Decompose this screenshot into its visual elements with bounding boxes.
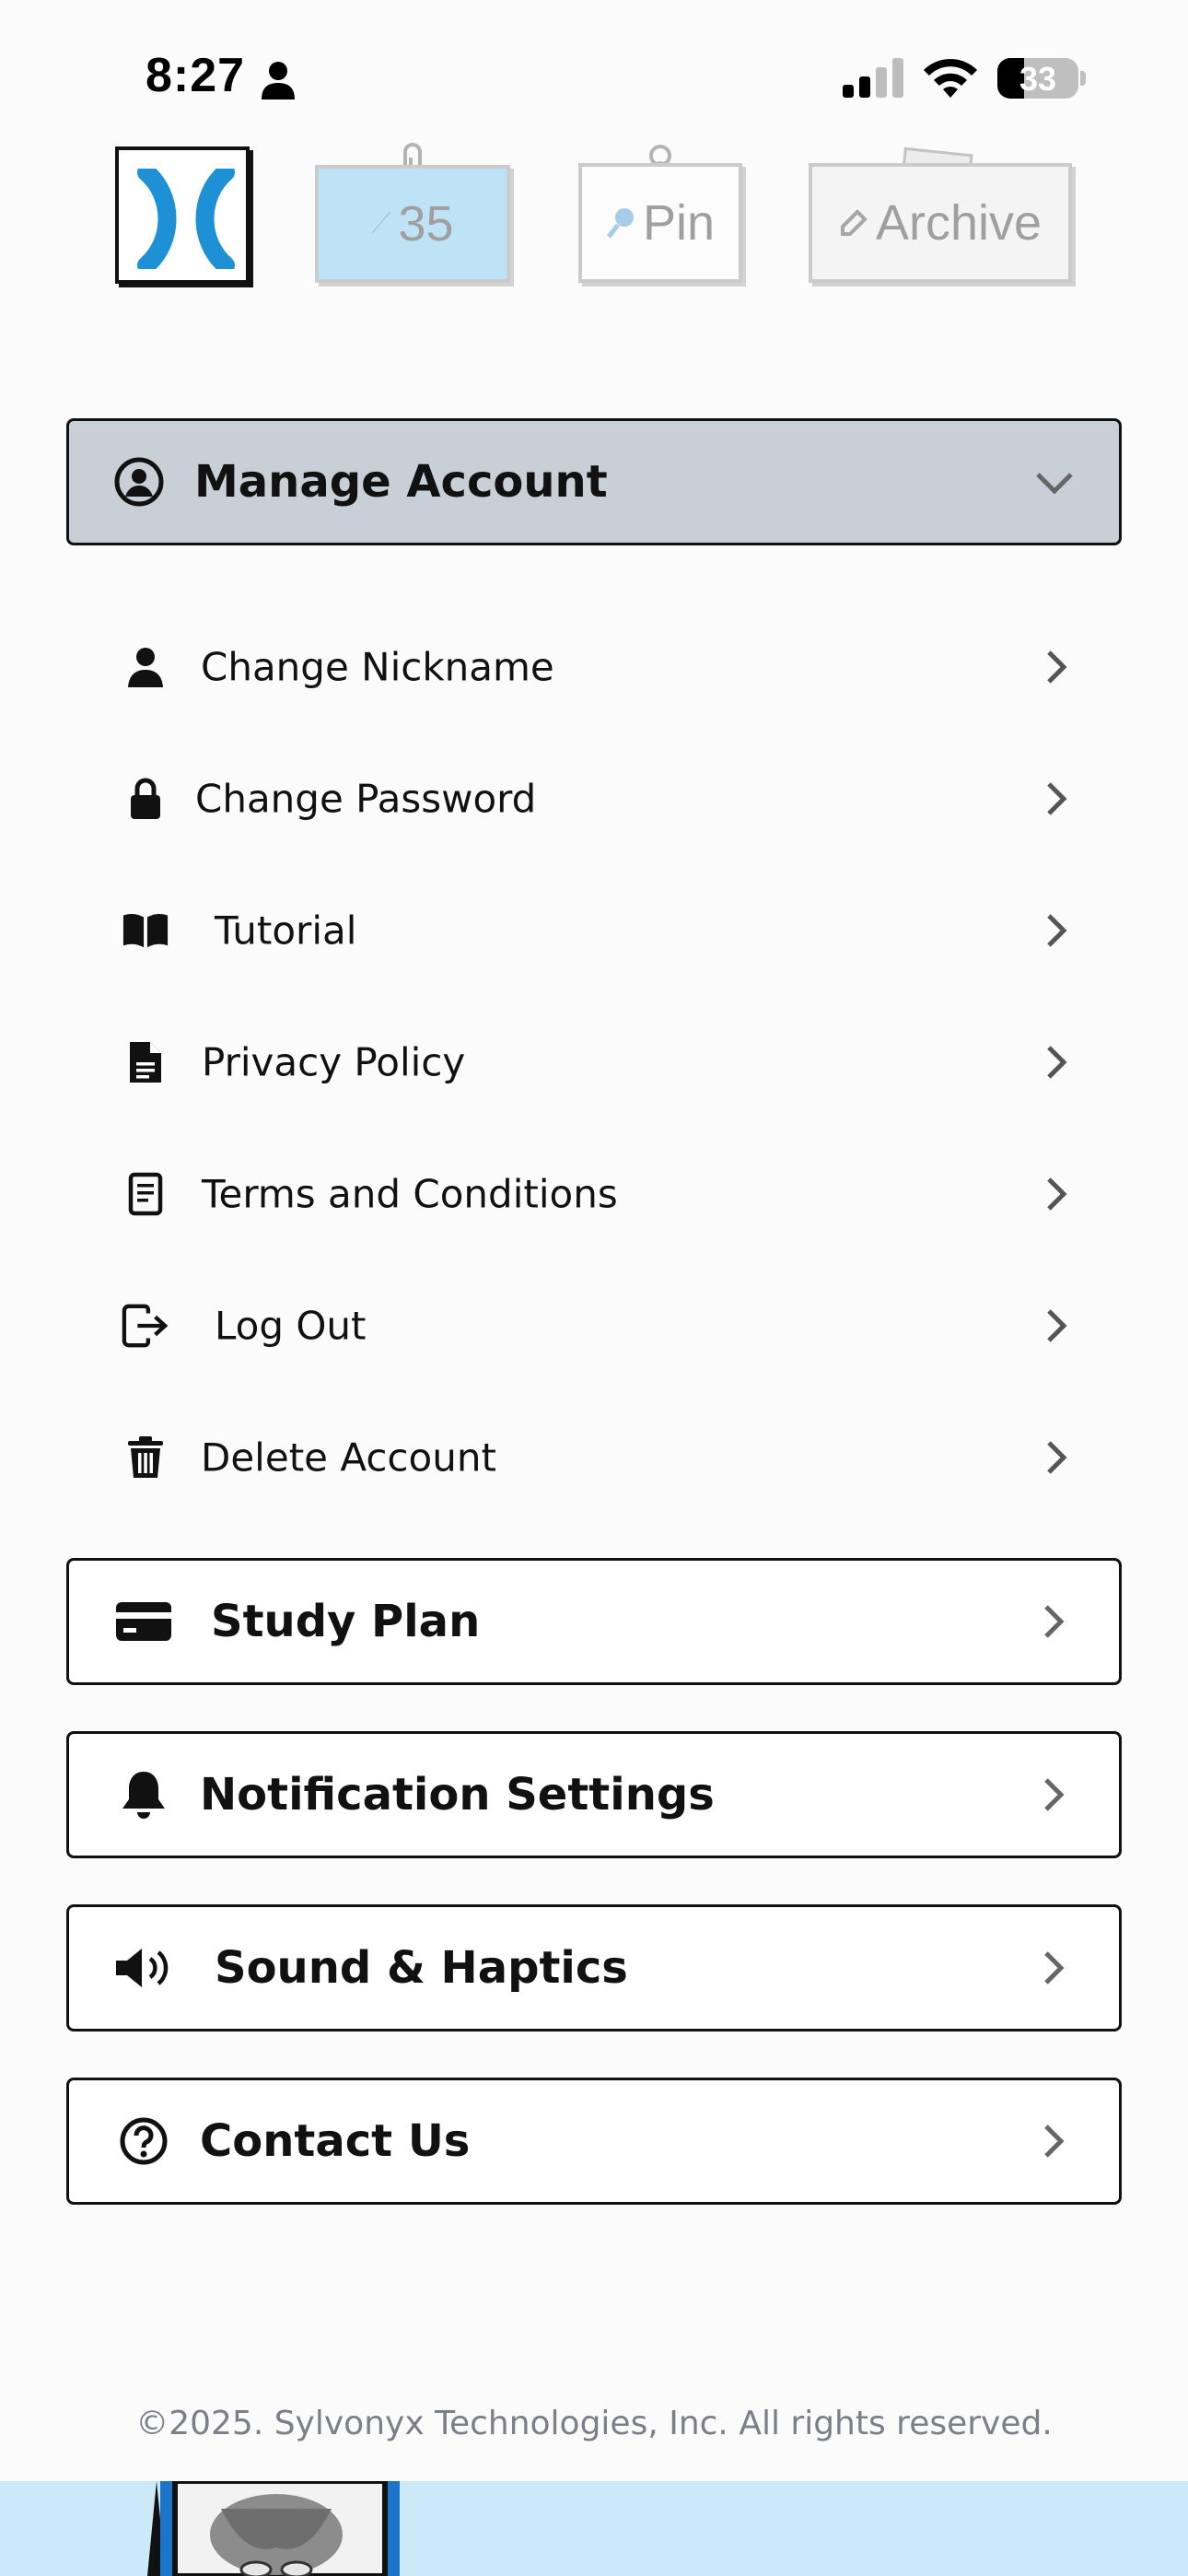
privacy-policy-item[interactable]: Privacy Policy xyxy=(66,996,1122,1128)
sound-haptics-button[interactable]: Sound & Haptics xyxy=(66,1904,1122,2032)
cellular-signal-icon xyxy=(843,58,903,98)
book-icon xyxy=(122,907,169,954)
copyright-text: ©2025. Sylvonyx Technologies, Inc. All r… xyxy=(135,2405,1053,2442)
log-out-item[interactable]: Log Out xyxy=(66,1259,1122,1391)
chevron-right-icon xyxy=(1044,1778,1065,1811)
notification-settings-button[interactable]: Notification Settings xyxy=(66,1731,1122,1858)
contact-us-button[interactable]: Contact Us xyxy=(66,2078,1122,2205)
notes-sheet: ⟋ 35 xyxy=(315,165,510,283)
x-logo-icon xyxy=(137,169,235,269)
chevron-right-icon xyxy=(1047,1308,1067,1342)
log-out-label: Log Out xyxy=(215,1303,367,1348)
privacy-policy-label: Privacy Policy xyxy=(202,1039,466,1084)
chevron-right-icon xyxy=(1047,1177,1067,1211)
pin-tab[interactable]: Pin xyxy=(578,145,742,283)
note-leaf-icon: ⟋ xyxy=(371,208,391,239)
contact-us-label: Contact Us xyxy=(200,2115,471,2167)
change-password-item[interactable]: Change Password xyxy=(66,732,1122,864)
notes-tab[interactable]: ⟋ 35 xyxy=(315,143,510,283)
archive-pen-icon xyxy=(840,209,868,236)
change-password-label: Change Password xyxy=(195,776,537,821)
archive-tab[interactable]: Archive xyxy=(809,145,1072,283)
terms-conditions-item[interactable]: Terms and Conditions xyxy=(66,1128,1122,1259)
question-circle-icon xyxy=(113,2115,174,2167)
archive-label: Archive xyxy=(875,195,1042,251)
trash-icon xyxy=(122,1434,169,1481)
chevron-right-icon xyxy=(1044,2125,1065,2158)
person-status-icon xyxy=(262,62,295,100)
terms-icon xyxy=(122,1170,169,1218)
battery-percent: 33 xyxy=(1019,60,1057,98)
chevron-right-icon xyxy=(1047,1045,1067,1079)
chevron-right-icon xyxy=(1044,1951,1065,1985)
pushpin-icon xyxy=(606,208,634,239)
battery-indicator: 33 xyxy=(997,58,1078,99)
account-submenu: Change Nickname Change Password Tutorial… xyxy=(66,601,1122,1523)
status-bar: 8:27 33 xyxy=(0,0,1188,138)
app-logo-tab[interactable] xyxy=(115,146,250,284)
person-icon xyxy=(122,643,169,691)
chevron-right-icon xyxy=(1047,781,1067,815)
tutorial-label: Tutorial xyxy=(215,907,357,953)
card-icon xyxy=(113,1596,174,1647)
speaker-icon xyxy=(113,1942,174,1994)
pin-sheet: Pin xyxy=(578,163,742,283)
notification-settings-label: Notification Settings xyxy=(200,1769,715,1821)
chevron-right-icon xyxy=(1047,1440,1067,1474)
chevron-down-icon xyxy=(1036,473,1073,495)
tutorial-item[interactable]: Tutorial xyxy=(66,864,1122,996)
battery-nub xyxy=(1080,71,1086,86)
document-icon xyxy=(122,1038,169,1086)
study-plan-label: Study Plan xyxy=(211,1596,481,1647)
user-circle-icon xyxy=(114,457,164,507)
archive-sheet: Archive xyxy=(809,163,1072,283)
delete-account-label: Delete Account xyxy=(201,1434,496,1480)
pin-label: Pin xyxy=(642,195,716,251)
chevron-right-icon xyxy=(1047,913,1067,947)
wifi-icon xyxy=(924,58,977,98)
bottom-banner xyxy=(0,2481,1188,2576)
manage-account-label: Manage Account xyxy=(194,456,608,508)
study-plan-button[interactable]: Study Plan xyxy=(66,1558,1122,1685)
manage-account-header[interactable]: Manage Account xyxy=(66,418,1122,545)
bell-icon xyxy=(113,1769,174,1821)
change-nickname-item[interactable]: Change Nickname xyxy=(66,601,1122,732)
lock-icon xyxy=(122,775,169,823)
notes-count: 35 xyxy=(398,196,454,252)
logout-icon xyxy=(122,1302,169,1350)
delete-account-item[interactable]: Delete Account xyxy=(66,1391,1122,1523)
chevron-right-icon xyxy=(1044,1605,1065,1638)
sound-haptics-label: Sound & Haptics xyxy=(215,1942,628,1994)
chevron-right-icon xyxy=(1047,650,1067,684)
terms-conditions-label: Terms and Conditions xyxy=(202,1171,618,1216)
status-time: 8:27 xyxy=(146,49,246,102)
mascot-illustration xyxy=(147,2481,400,2576)
change-nickname-label: Change Nickname xyxy=(201,644,554,689)
